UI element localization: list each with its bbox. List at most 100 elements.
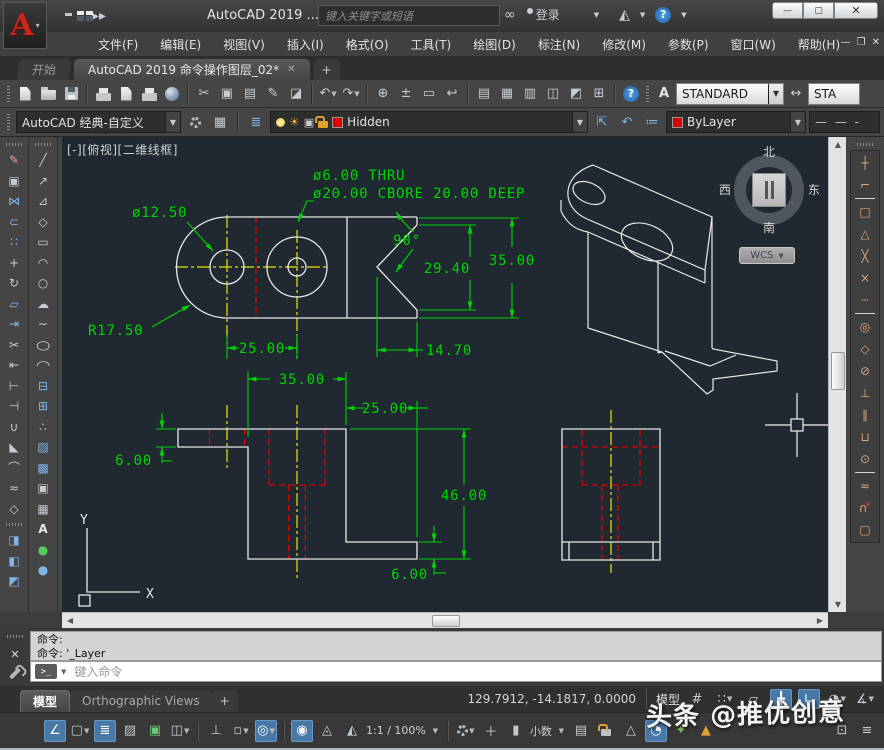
ellipse-button[interactable]: ○ — [31, 335, 55, 356]
rectangle-button[interactable]: ▭ — [31, 232, 55, 253]
polyline-button[interactable]: ⊿ — [31, 191, 55, 212]
lineweight-button[interactable]: ≣ — [94, 719, 116, 742]
vertical-scrollbar[interactable]: ▲ ▼ — [828, 137, 846, 612]
draw-order-above-button[interactable]: ◩ — [2, 571, 26, 592]
text-style-dropdown[interactable]: STANDARD ▼ — [676, 82, 784, 105]
compass-east[interactable]: 东 — [808, 181, 820, 198]
command-grip[interactable] — [7, 635, 23, 638]
new-button[interactable] — [14, 83, 36, 105]
trim-button[interactable]: ✂ — [2, 335, 26, 356]
menu-draw[interactable]: 绘图(D) — [463, 33, 526, 56]
command-history[interactable]: 命令: 命令: '_Layer — [30, 631, 882, 661]
snap-midpoint-button[interactable]: △ — [853, 223, 877, 245]
snap-center-button[interactable]: ◎ — [853, 316, 877, 338]
break-at-point-button[interactable]: ⊢ — [2, 376, 26, 397]
scroll-left-icon[interactable]: ◀ — [62, 613, 78, 628]
command-prompt-icon[interactable]: >_ — [35, 664, 57, 679]
toolbar-grip[interactable] — [7, 114, 10, 130]
extend-button[interactable]: ⇤ — [2, 355, 26, 376]
toolbar-grip[interactable] — [7, 85, 10, 102]
chevron-down-icon[interactable]: ▼ — [869, 695, 874, 703]
annotation-scale-button[interactable]: 1:1 / 100% — [366, 724, 426, 737]
help-dropdown-icon[interactable]: ▼ — [681, 11, 686, 19]
snap-node-button[interactable]: ⊙ — [853, 448, 877, 470]
copy-tool-button[interactable]: ▣ — [2, 171, 26, 192]
scroll-up-icon[interactable]: ▲ — [830, 137, 846, 152]
markup-button[interactable]: ◩ — [565, 83, 587, 105]
toolbar-grip[interactable] — [6, 143, 22, 146]
hatch-button[interactable]: ▨ — [31, 437, 55, 458]
compass-south[interactable]: 南 — [763, 219, 775, 236]
object-snap-tracking-button[interactable]: ∡ ▼ — [854, 689, 876, 709]
quick-properties-button[interactable]: ▤ — [570, 720, 592, 742]
revcloud-button[interactable]: ☁ — [31, 294, 55, 315]
layer-on-icon[interactable] — [276, 117, 285, 127]
chevron-down-icon[interactable]: ▼ — [469, 727, 474, 735]
make-object-layer-current-button[interactable]: ⇱ — [591, 111, 613, 133]
draw-order-front-button[interactable]: ◨ — [2, 530, 26, 551]
text-style-button[interactable]: A — [653, 83, 675, 105]
sign-in-button[interactable]: 登录 — [536, 6, 560, 23]
ucs-icon[interactable]: Y X — [78, 513, 154, 607]
color-dropdown[interactable]: ByLayer ▼ — [666, 111, 806, 133]
copy-button[interactable]: ▣ — [216, 83, 238, 105]
snap-quadrant-button[interactable]: ◇ — [853, 338, 877, 360]
application-menu-button[interactable]: A ▾ — [3, 2, 47, 49]
join-button[interactable]: ∪ — [2, 417, 26, 438]
region-button[interactable]: ▣ — [31, 478, 55, 499]
snap-apparent-intersection-button[interactable]: × — [853, 267, 877, 289]
snap-tangent-button[interactable]: ⊘ — [853, 360, 877, 382]
workspace-switching-button[interactable]: ▼ — [455, 720, 477, 742]
vertical-scroll-thumb[interactable] — [831, 352, 845, 390]
dim-style-dropdown[interactable]: STA — [808, 82, 860, 105]
view-cube-top-face[interactable] — [752, 173, 786, 207]
line-button[interactable]: ╱ — [31, 150, 55, 171]
block-editor-button[interactable]: ◪ — [285, 83, 307, 105]
chevron-down-icon[interactable]: ▼ — [243, 727, 248, 735]
circle-button[interactable]: ○ — [31, 273, 55, 294]
menu-edit[interactable]: 编辑(E) — [150, 33, 211, 56]
units-ruler-icon-button[interactable]: ▮ — [505, 720, 527, 742]
ellipse-arc-button[interactable]: ◠ — [31, 355, 55, 376]
workspace-dropdown[interactable]: AutoCAD 经典-自定义 ▼ — [16, 111, 181, 133]
object-snap-button[interactable]: ∠ — [44, 719, 66, 742]
wipeout-button[interactable]: ● — [31, 560, 55, 581]
menu-tools[interactable]: 工具(T) — [401, 33, 462, 56]
doc-minimize-button[interactable]: — — [841, 37, 851, 48]
compass-west[interactable]: 西 — [719, 181, 731, 198]
workspace-settings-button[interactable] — [184, 111, 206, 133]
chevron-down-icon[interactable]: ▼ — [84, 727, 89, 735]
viewport-controls[interactable]: [-][俯视][二维线框] — [67, 141, 178, 158]
zoom-realtime-button[interactable]: ± — [395, 83, 417, 105]
customization-button[interactable]: ≡ — [856, 720, 878, 742]
snap-parallel-button[interactable]: ∥ — [853, 404, 877, 426]
units-button[interactable]: 小数 — [530, 723, 552, 739]
snap-nearest-button[interactable]: ≈ — [853, 475, 877, 497]
publish-button[interactable] — [138, 83, 160, 105]
undo-dropdown-icon[interactable]: ▼ — [331, 90, 336, 98]
construction-line-button[interactable]: ↗ — [31, 171, 55, 192]
layer-states-button[interactable]: ≔ — [641, 111, 663, 133]
cut-button[interactable]: ✂ — [193, 83, 215, 105]
transparency-button[interactable]: ▨ — [119, 720, 141, 742]
break-button[interactable]: ⊣ — [2, 396, 26, 417]
doc-restore-button[interactable]: ❐ — [857, 37, 866, 48]
gizmo-button[interactable]: ◎ ▼ — [255, 719, 277, 742]
scroll-right-icon[interactable]: ▶ — [812, 613, 828, 628]
menu-parametric[interactable]: 参数(P) — [658, 33, 719, 56]
layer-previous-button[interactable]: ↶ — [616, 111, 638, 133]
layer-properties-button[interactable]: ≣ — [245, 111, 267, 133]
zoom-window-button[interactable]: ▭ — [418, 83, 440, 105]
layer-vp-freeze-icon[interactable]: ▣ — [304, 116, 314, 129]
toolbar-grip[interactable] — [646, 85, 649, 102]
properties-button[interactable]: ▤ — [473, 83, 495, 105]
layer-thaw-icon[interactable]: ☀ — [289, 115, 300, 129]
chevron-down-icon[interactable]: ▼ — [572, 112, 587, 132]
command-close-icon[interactable]: ✕ — [10, 648, 19, 661]
chevron-down-icon[interactable]: ▼ — [184, 727, 189, 735]
model-space-canvas[interactable]: ø6.00 THRU ø20.00 CBORE 20.00 DEEP ø12.5… — [62, 137, 828, 612]
designcenter-button[interactable]: ▦ — [496, 83, 518, 105]
gradient-button[interactable]: ▩ — [31, 458, 55, 479]
offset-button[interactable]: ⊂ — [2, 212, 26, 233]
lock-ui-button[interactable] — [595, 720, 617, 742]
